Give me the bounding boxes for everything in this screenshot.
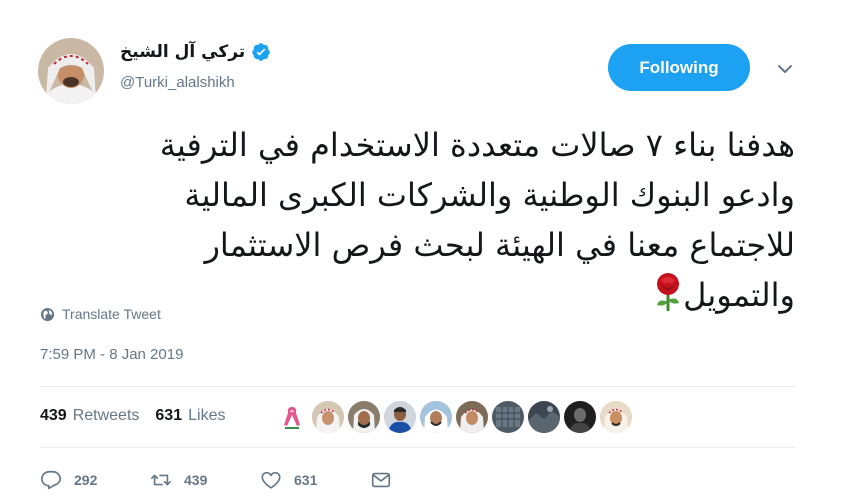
tweet-text-line-3: للاجتماع معنا في الهيئة لبحث فرص الاستثم… [204, 226, 795, 264]
retweet-action[interactable]: 439 [150, 469, 260, 491]
tweet-stats: 439 Retweets 631 Likes [40, 405, 241, 427]
author-display-name[interactable]: تركي آل الشيخ [120, 42, 245, 62]
translate-tweet-link[interactable]: Translate Tweet [40, 306, 161, 322]
likes-stat[interactable]: 631 Likes [155, 407, 225, 425]
tweet-timestamp[interactable]: 7:59 PM - 8 Jan 2019 [40, 346, 183, 363]
likes-count: 631 [155, 407, 183, 424]
author-handle[interactable]: @Turki_alalshikh [120, 74, 235, 91]
direct-message-action[interactable] [370, 469, 392, 491]
divider-bottom [40, 447, 795, 448]
reply-action[interactable]: 292 [40, 469, 150, 491]
retweets-count: 439 [40, 407, 67, 424]
retweets-label: Retweets [72, 407, 140, 424]
liker-avatar-8[interactable] [528, 401, 560, 433]
liker-avatar-6[interactable] [456, 401, 488, 433]
liker-avatar-9[interactable] [564, 401, 596, 433]
like-count: 631 [294, 472, 318, 488]
tweet-actions: 292 439 631 [40, 467, 392, 493]
heart-icon [261, 471, 281, 489]
liker-avatar-1[interactable] [276, 401, 308, 433]
liker-avatar-2[interactable] [312, 401, 344, 433]
tweet-text-line-2: وادعو البنوك الوطنية والشركات الكبرى الم… [184, 176, 795, 214]
retweet-icon [151, 474, 171, 486]
tweet-card: تركي آل الشيخ @Turki_alalshikh Following… [0, 0, 843, 500]
following-button[interactable]: Following [608, 44, 750, 91]
author-name-row[interactable]: تركي آل الشيخ [120, 40, 271, 64]
liker-avatar-10[interactable] [600, 401, 632, 433]
liker-avatar-3[interactable] [348, 401, 380, 433]
retweet-count: 439 [184, 472, 208, 488]
envelope-icon [371, 472, 391, 488]
liker-avatar-7[interactable] [492, 401, 524, 433]
like-action[interactable]: 631 [260, 469, 370, 491]
likers-avatar-list [276, 401, 632, 433]
retweets-stat[interactable]: 439 Retweets [40, 407, 139, 425]
liker-avatar-5[interactable] [420, 401, 452, 433]
pink-ribbon-logo [284, 407, 300, 429]
tweet-text: هدفنا بناء ٧ صالات متعددة الاستخدام في ا… [40, 120, 795, 320]
author-avatar[interactable] [38, 38, 104, 104]
reply-icon [41, 470, 61, 490]
tweet-text-line-4-text: والتمويل [683, 276, 795, 314]
rose-icon [657, 273, 680, 311]
translate-tweet-label[interactable]: Translate Tweet [62, 306, 161, 322]
likes-label: Likes [188, 407, 226, 424]
reply-count: 292 [74, 472, 98, 488]
divider-top [40, 386, 795, 387]
chevron-down-icon[interactable] [776, 60, 794, 78]
globe-icon [40, 307, 55, 321]
tweet-text-line-1: هدفنا بناء ٧ صالات متعددة الاستخدام في ا… [159, 126, 795, 164]
liker-avatar-4[interactable] [384, 401, 416, 433]
verified-badge-icon [252, 43, 270, 61]
